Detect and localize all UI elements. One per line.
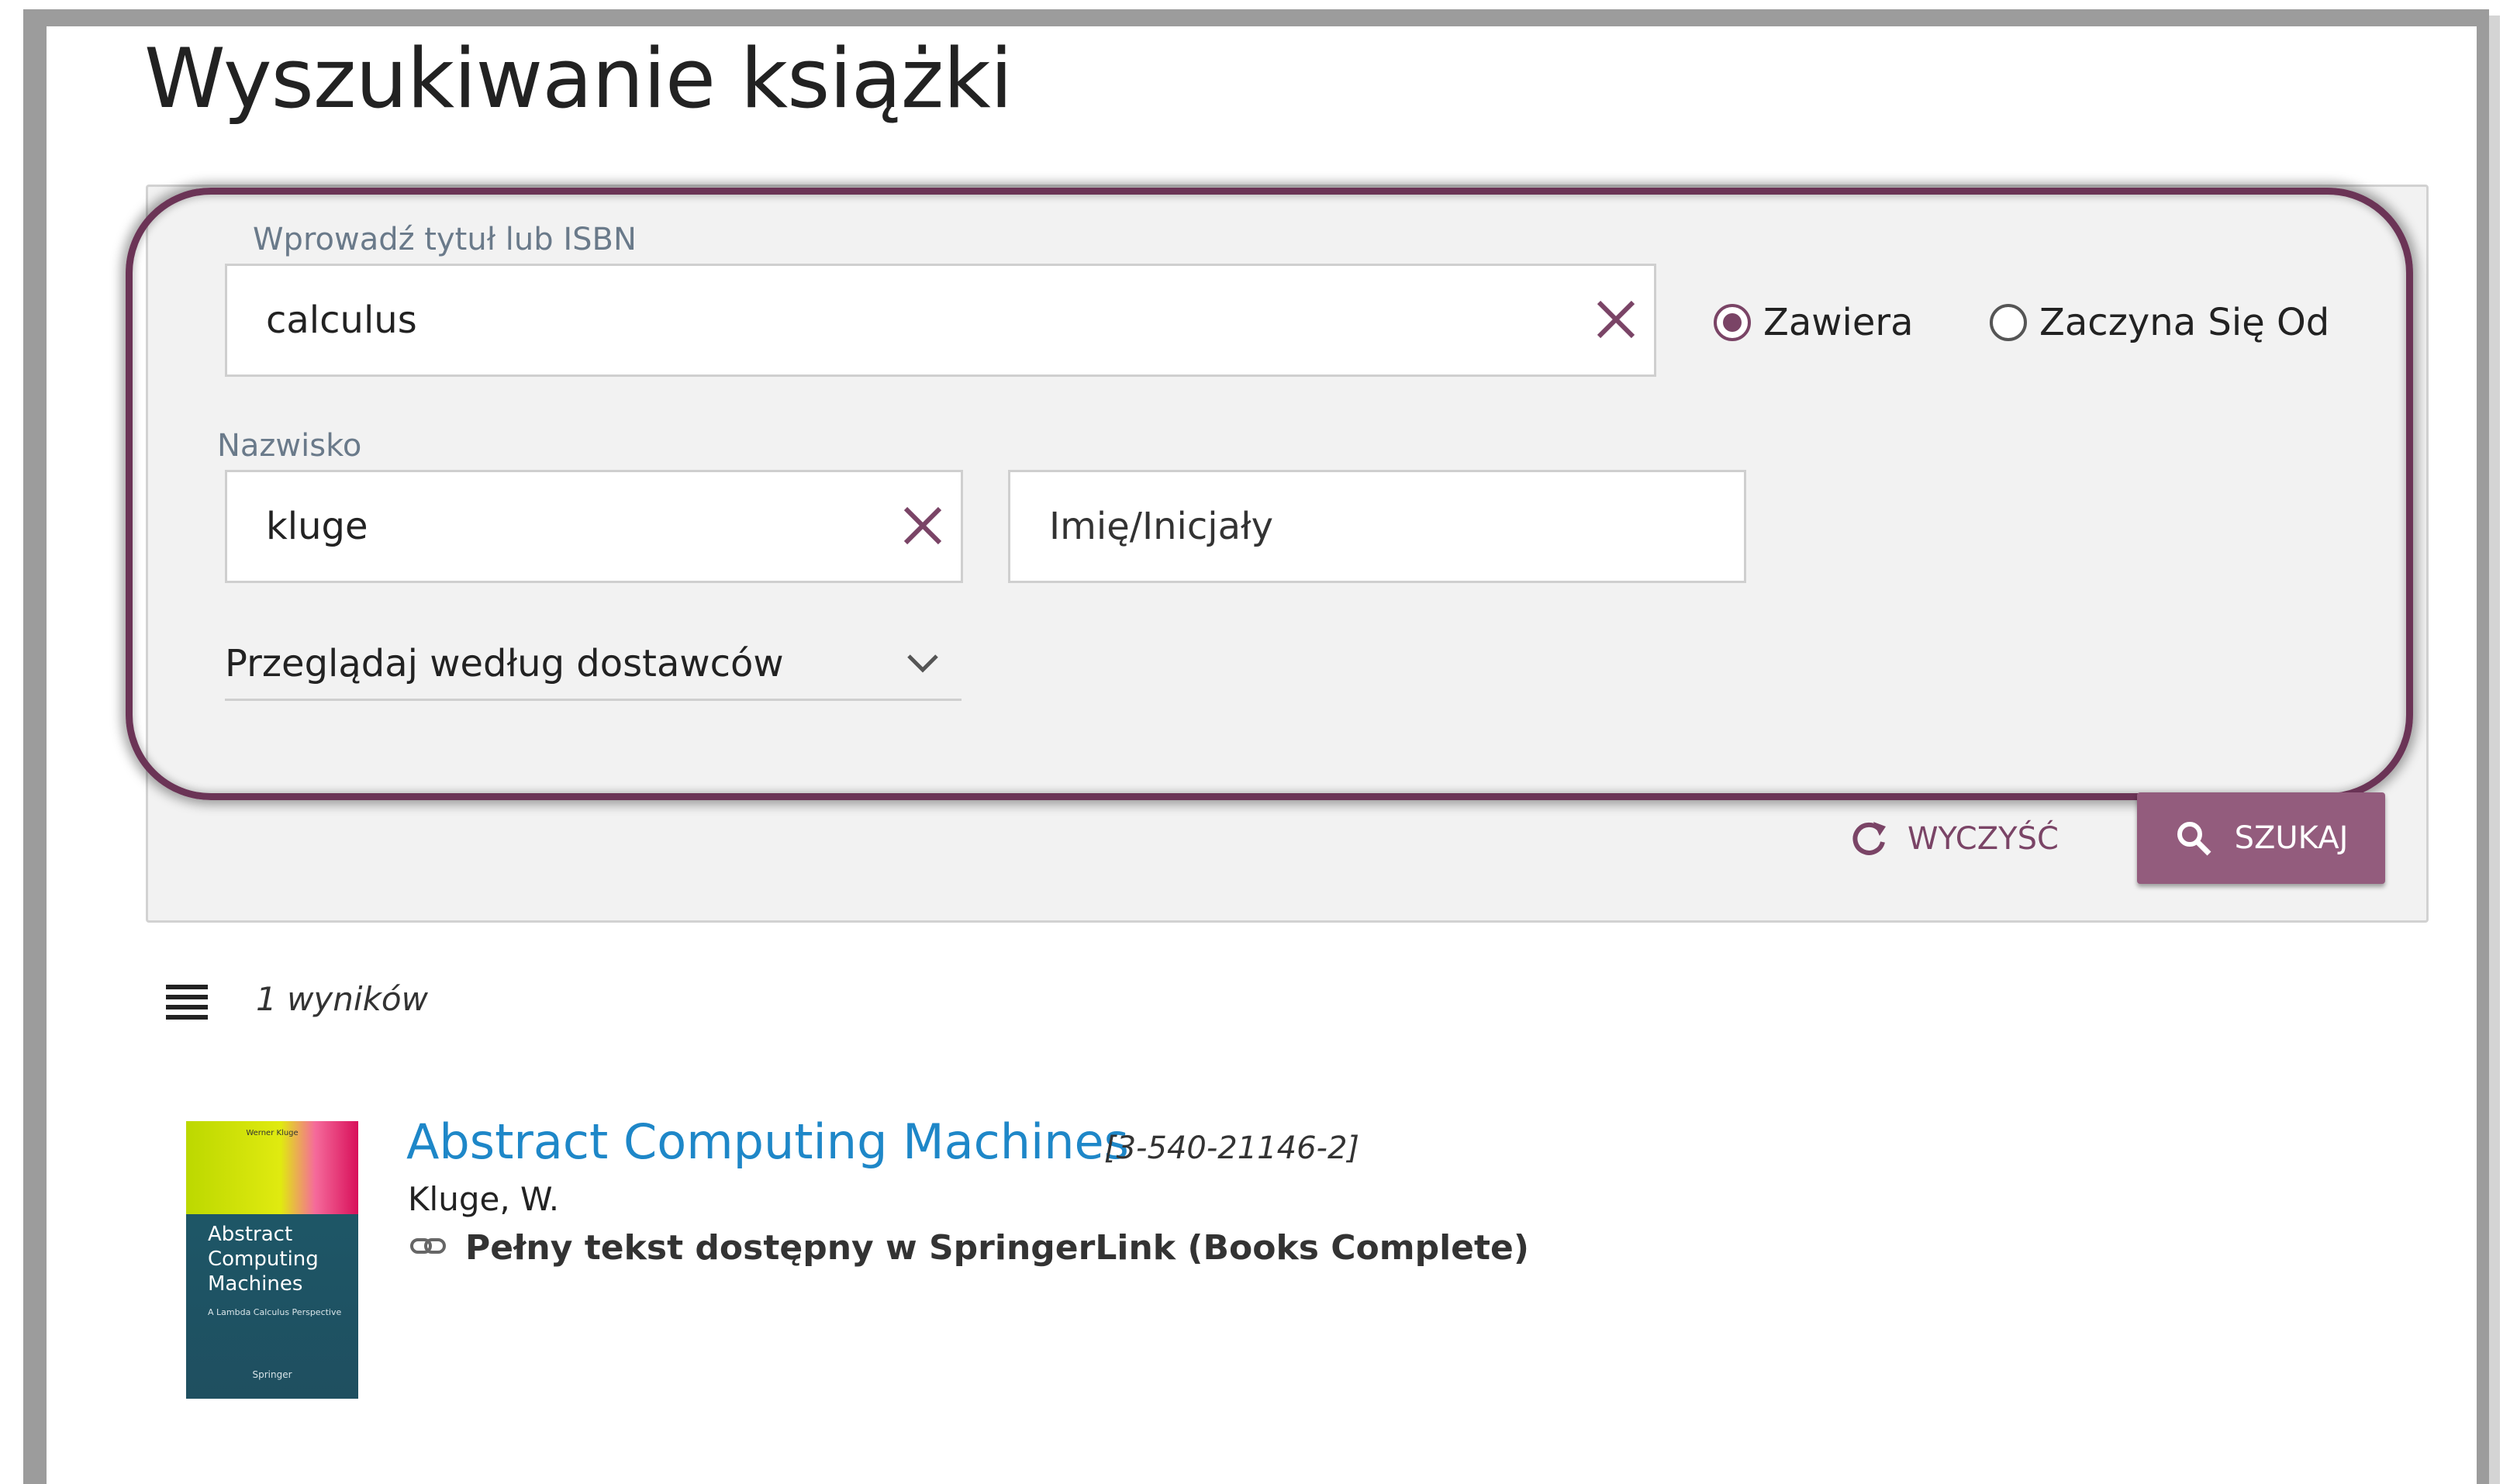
frame-right-border <box>2477 9 2489 1484</box>
search-button[interactable]: SZUKAJ <box>2137 792 2385 884</box>
radio-starts-with[interactable]: Zaczyna Się Od <box>1990 301 2329 344</box>
radio-contains[interactable]: Zawiera <box>1714 301 1914 344</box>
search-icon <box>2177 822 2211 856</box>
cover-title-line: Machines <box>208 1272 303 1296</box>
clear-surname-icon[interactable] <box>899 502 946 549</box>
title-isbn-label: Wprowadź tytuł lub ISBN <box>253 222 637 257</box>
cover-author: Werner Kluge <box>246 1129 299 1137</box>
cover-subtitle: A Lambda Calculus Perspective <box>208 1307 342 1317</box>
title-isbn-input[interactable] <box>225 264 1656 377</box>
radio-contains-label: Zawiera <box>1763 301 1914 344</box>
page-title: Wyszukiwanie książki <box>144 31 1013 126</box>
results-count: 1 wyników <box>256 980 428 1018</box>
search-button-label: SZUKAJ <box>2234 820 2349 856</box>
chevron-down-icon <box>907 654 938 673</box>
book-title-link[interactable]: Abstract Computing Machines <box>406 1113 1129 1170</box>
cover-title: Abstract Computing Machines <box>208 1222 319 1296</box>
frame-left-border <box>23 9 47 1484</box>
cover-color-band: Werner Kluge <box>186 1121 358 1214</box>
book-cover-image[interactable]: Werner Kluge Abstract Computing Machines… <box>186 1121 358 1399</box>
surname-label: Nazwisko <box>217 428 362 464</box>
firstname-input[interactable] <box>1008 470 1746 583</box>
frame-top-border <box>23 9 2489 26</box>
radio-starts-with-label: Zaczyna Się Od <box>2039 301 2330 344</box>
frame-right-shadow <box>2489 16 2500 1484</box>
surname-input[interactable] <box>225 470 963 583</box>
link-icon <box>410 1238 446 1254</box>
clear-button-label: WYCZYŚĆ <box>1908 821 2059 857</box>
cover-publisher: Springer <box>252 1369 292 1380</box>
fulltext-link[interactable]: Pełny tekst dostępny w SpringerLink (Boo… <box>465 1228 1529 1268</box>
provider-dropdown[interactable]: Przeglądaj według dostawców <box>225 636 962 701</box>
book-author: Kluge, W. <box>408 1180 560 1218</box>
list-view-icon[interactable] <box>166 983 208 1020</box>
book-isbn: [3-540-21146-2] <box>1104 1130 1360 1166</box>
clear-button[interactable]: WYCZYŚĆ <box>1849 814 2059 864</box>
cover-title-line: Computing <box>208 1248 319 1271</box>
provider-dropdown-label: Przeglądaj według dostawców <box>225 642 784 685</box>
radio-contains-indicator[interactable] <box>1714 304 1751 341</box>
refresh-icon <box>1852 822 1886 855</box>
cover-title-line: Abstract <box>208 1223 293 1246</box>
clear-title-icon[interactable] <box>1593 296 1639 343</box>
radio-starts-with-indicator[interactable] <box>1990 304 2027 341</box>
